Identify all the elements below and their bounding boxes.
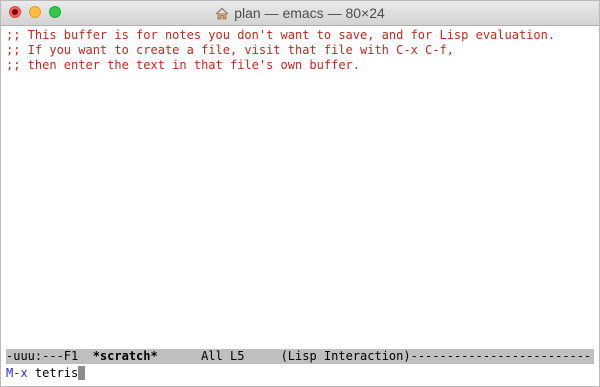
mode-line: -uuu:---F1 *scratch* All L5 (Lisp Intera… — [6, 349, 594, 364]
minibuffer-input[interactable]: tetris — [28, 366, 78, 380]
buffer-comment-line: ;; This buffer is for notes you don't wa… — [6, 28, 556, 42]
terminal-window: plan — emacs — 80×24 ;; This buffer is f… — [0, 0, 600, 387]
buffer-comment-line: ;; If you want to create a file, visit t… — [6, 43, 454, 57]
minibuffer-prompt: M-x — [6, 366, 28, 380]
home-icon — [215, 6, 229, 24]
text-cursor — [78, 366, 86, 380]
modeline-position: All L5 — [157, 349, 281, 363]
modeline-buffer-name: *scratch* — [92, 349, 158, 363]
modeline-status: -uuu:---F1 — [6, 349, 93, 363]
window-title: plan — emacs — 80×24 — [1, 4, 599, 24]
window-title-text: plan — emacs — 80×24 — [234, 5, 385, 21]
scratch-buffer[interactable]: ;; This buffer is for notes you don't wa… — [6, 28, 594, 348]
modeline-fill: ------------------------- — [410, 349, 592, 363]
minibuffer[interactable]: M-x tetris — [6, 366, 594, 381]
buffer-comment-line: ;; then enter the text in that file's ow… — [6, 58, 361, 72]
title-bar[interactable]: plan — emacs — 80×24 — [1, 1, 599, 26]
modeline-major-mode: (Lisp Interaction) — [280, 349, 411, 363]
